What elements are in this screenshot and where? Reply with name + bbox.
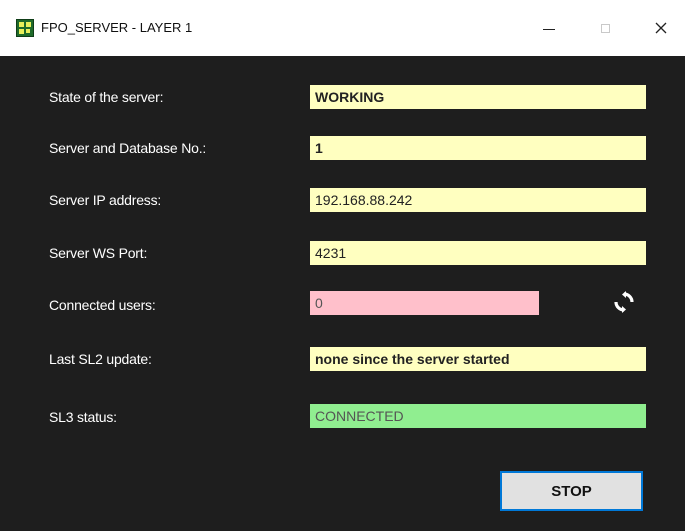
maximize-icon — [600, 23, 610, 33]
server-window: FPO_SERVER - LAYER 1 State of the server… — [0, 0, 685, 531]
ws-port-label: Server WS Port: — [49, 245, 148, 261]
app-icon — [16, 19, 34, 37]
sl3-status-field[interactable]: CONNECTED — [310, 404, 646, 428]
window-title: FPO_SERVER - LAYER 1 — [41, 20, 193, 35]
minimize-icon — [543, 28, 555, 30]
last-sl2-label: Last SL2 update: — [49, 351, 152, 367]
close-icon — [655, 22, 667, 34]
ws-port-field[interactable]: 4231 — [310, 241, 646, 265]
close-button[interactable] — [638, 8, 684, 48]
server-db-field[interactable]: 1 — [310, 136, 646, 160]
maximize-button[interactable] — [582, 8, 628, 48]
server-db-label: Server and Database No.: — [49, 140, 207, 156]
refresh-icon[interactable] — [612, 290, 636, 314]
state-field[interactable]: WORKING — [310, 85, 646, 109]
ip-field[interactable]: 192.168.88.242 — [310, 188, 646, 212]
sl3-status-label: SL3 status: — [49, 409, 117, 425]
minimize-button[interactable] — [526, 8, 572, 48]
title-bar[interactable]: FPO_SERVER - LAYER 1 — [0, 0, 685, 56]
last-sl2-field[interactable]: none since the server started — [310, 347, 646, 371]
connected-users-field[interactable]: 0 — [310, 291, 539, 315]
connected-users-label: Connected users: — [49, 297, 156, 313]
state-label: State of the server: — [49, 89, 164, 105]
ip-label: Server IP address: — [49, 192, 162, 208]
stop-button[interactable]: STOP — [500, 471, 643, 511]
